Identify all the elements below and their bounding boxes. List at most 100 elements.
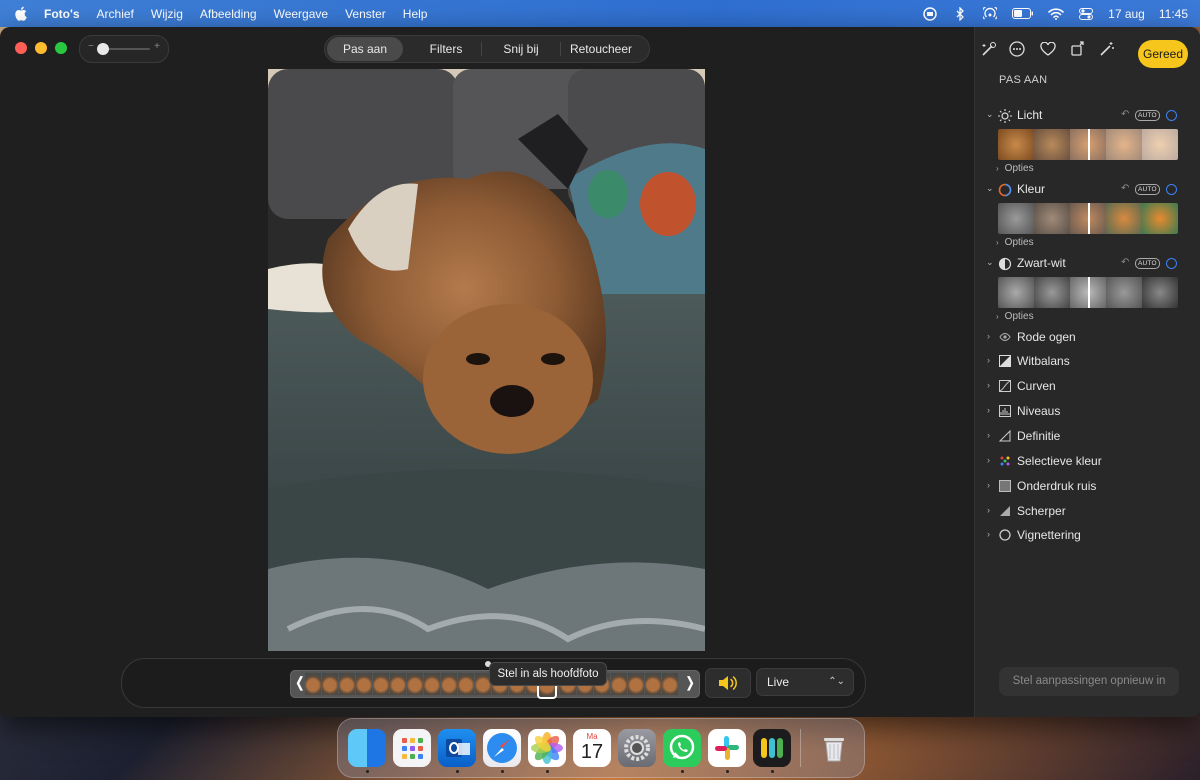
live-mode-select[interactable]: Live ⌃⌄ [756, 668, 854, 696]
menu-wijzig[interactable]: Wijzig [151, 7, 183, 21]
licht-preview-strip[interactable] [998, 129, 1178, 160]
rotate-icon[interactable] [1069, 40, 1087, 58]
zwart-wit-preview-strip[interactable] [998, 277, 1178, 308]
chevron-right-icon: › [987, 480, 990, 490]
menu-afbeelding[interactable]: Afbeelding [200, 7, 257, 21]
more-options-icon[interactable] [1008, 40, 1026, 58]
airdrop-icon[interactable] [982, 6, 998, 21]
chevron-down-icon[interactable]: ⌄ [986, 257, 994, 268]
tab-pas-aan[interactable]: Pas aan [327, 37, 403, 61]
chevron-right-icon: › [987, 331, 990, 341]
magic-wand-icon[interactable] [1098, 40, 1116, 58]
tab-retoucheer[interactable]: Retoucheer [561, 37, 641, 61]
tool-selectieve-kleur[interactable]: › Selectieve kleur [975, 453, 1200, 471]
noise-reduction-icon [999, 480, 1011, 492]
close-button[interactable] [15, 42, 27, 54]
adjust-sidebar: Gereed PAS AAN ⌄ Licht ↶ AUTO › Opties ⌄… [974, 27, 1200, 717]
dock: Ma 17 [337, 718, 865, 778]
options-link[interactable]: › Opties [996, 163, 1034, 174]
tool-scherper[interactable]: › Scherper [975, 503, 1200, 521]
menu-help[interactable]: Help [403, 7, 428, 21]
section-kleur: ⌄ Kleur ↶ AUTO › Opties [975, 181, 1200, 248]
menu-app-name[interactable]: Foto's [44, 7, 80, 21]
minimize-button[interactable] [35, 42, 47, 54]
filmstrip-left-handle[interactable]: ❬ [294, 674, 306, 691]
undo-icon[interactable]: ↶ [1121, 183, 1129, 194]
options-link[interactable]: › Opties [996, 237, 1034, 248]
photo-canvas [0, 69, 974, 651]
zwart-wit-slider-marker[interactable] [1088, 277, 1090, 308]
tool-rode-ogen[interactable]: › Rode ogen [975, 329, 1200, 347]
section-label: Zwart-wit [1017, 256, 1066, 270]
menubar-time[interactable]: 11:45 [1159, 7, 1188, 21]
edit-mode-tabs: Pas aan Filters Snij bij Retoucheer [324, 35, 650, 63]
section-header[interactable]: ⌄ Kleur ↶ AUTO [975, 181, 1200, 199]
curves-icon [999, 380, 1011, 392]
wifi-icon[interactable] [1048, 7, 1064, 21]
auto-button[interactable]: AUTO [1135, 184, 1160, 195]
fullscreen-button[interactable] [55, 42, 67, 54]
auto-button[interactable]: AUTO [1135, 258, 1160, 269]
chevron-down-icon[interactable]: ⌄ [986, 109, 994, 120]
done-button[interactable]: Gereed [1138, 40, 1188, 68]
auto-button[interactable]: AUTO [1135, 110, 1160, 121]
outlook-icon[interactable] [438, 729, 476, 767]
tool-curven[interactable]: › Curven [975, 378, 1200, 396]
sharpen-triangle-icon [1000, 506, 1010, 516]
calendar-month: Ma [586, 732, 598, 741]
section-header[interactable]: ⌄ Zwart-wit ↶ AUTO [975, 255, 1200, 273]
battery-icon[interactable] [1012, 7, 1034, 21]
tool-niveaus[interactable]: › Niveaus [975, 403, 1200, 421]
zoom-out-icon: − [88, 41, 94, 52]
launchpad-icon[interactable] [393, 729, 431, 767]
chevron-right-icon: › [987, 355, 990, 365]
toggle-circle-icon[interactable] [1166, 184, 1177, 195]
screenshot-status-icon[interactable] [922, 6, 938, 21]
photos-app-icon[interactable] [528, 729, 566, 767]
whatsapp-icon[interactable] [663, 729, 701, 767]
tab-filters[interactable]: Filters [411, 37, 481, 61]
safari-icon[interactable] [483, 729, 521, 767]
tab-snij-bij[interactable]: Snij bij [482, 37, 560, 61]
kleur-slider-marker[interactable] [1088, 203, 1090, 234]
section-licht: ⌄ Licht ↶ AUTO › Opties [975, 107, 1200, 174]
tool-onderdruk-ruis[interactable]: › Onderdruk ruis [975, 478, 1200, 496]
menu-archief[interactable]: Archief [97, 7, 134, 21]
menu-weergave[interactable]: Weergave [274, 7, 328, 21]
licht-slider-marker[interactable] [1088, 129, 1090, 160]
kleur-preview-strip[interactable] [998, 203, 1178, 234]
calendar-icon[interactable]: Ma 17 [573, 729, 611, 767]
apple-icon[interactable] [14, 6, 28, 21]
tool-definitie[interactable]: › Definitie [975, 428, 1200, 446]
menu-venster[interactable]: Venster [345, 7, 386, 21]
tool-witbalans[interactable]: › Witbalans [975, 353, 1200, 371]
toggle-circle-icon[interactable] [1166, 110, 1177, 121]
sound-toggle-button[interactable] [705, 668, 751, 698]
control-center-icon[interactable] [1078, 7, 1094, 21]
chevron-down-icon[interactable]: ⌄ [986, 183, 994, 194]
options-link[interactable]: › Opties [996, 311, 1034, 322]
filmstrip-right-handle[interactable]: ❭ [684, 674, 696, 691]
system-settings-icon[interactable] [618, 729, 656, 767]
trash-icon[interactable] [815, 729, 853, 767]
undo-icon[interactable]: ↶ [1121, 109, 1129, 120]
photos-window: − + Pas aan Filters Snij bij Retoucheer [0, 27, 1200, 717]
undo-icon[interactable]: ↶ [1121, 257, 1129, 268]
bluetooth-icon[interactable] [952, 6, 968, 21]
zoom-slider[interactable]: − + [79, 35, 169, 63]
auto-enhance-icon[interactable] [979, 40, 997, 58]
menubar-date[interactable]: 17 aug [1108, 7, 1145, 21]
dog-photo[interactable] [268, 69, 705, 651]
favorite-heart-icon[interactable] [1039, 40, 1057, 58]
reset-adjustments-button[interactable]: Stel aanpassingen opnieuw in [999, 667, 1179, 696]
finder-icon[interactable] [348, 729, 386, 767]
half-circle-icon [998, 257, 1012, 271]
tool-vignettering[interactable]: › Vignettering [975, 527, 1200, 545]
section-header[interactable]: ⌄ Licht ↶ AUTO [975, 107, 1200, 125]
slack-icon[interactable] [708, 729, 746, 767]
toggle-circle-icon[interactable] [1166, 258, 1177, 269]
zoom-knob[interactable] [97, 43, 109, 55]
chevron-right-icon: › [987, 529, 990, 539]
chevron-right-icon: › [987, 430, 990, 440]
toolbox-app-icon[interactable] [753, 729, 791, 767]
